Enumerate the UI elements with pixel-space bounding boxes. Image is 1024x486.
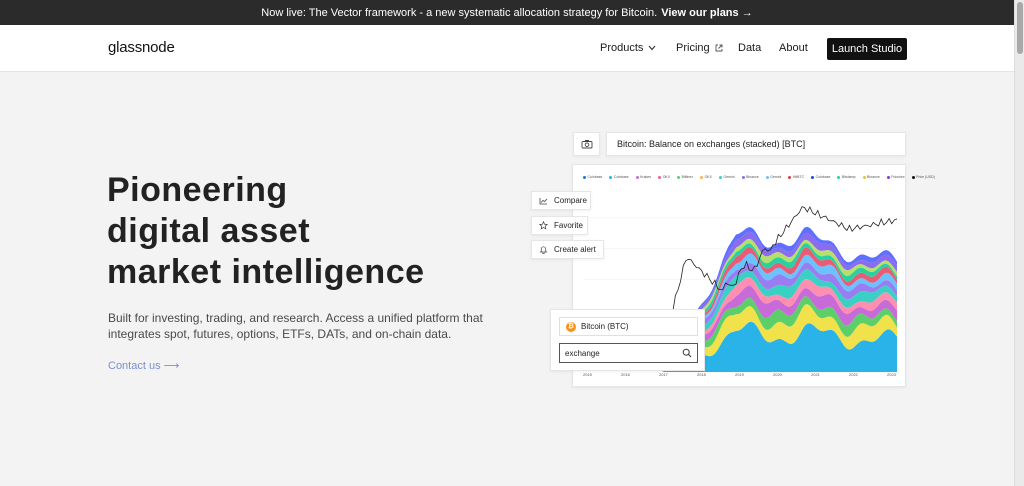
legend-item[interactable]: Coinbase: [583, 175, 602, 179]
legend-label: Price (USD): [916, 175, 935, 179]
nav-pricing[interactable]: Pricing: [676, 42, 723, 54]
chart-title: Bitcoin: Balance on exchanges (stacked) …: [606, 132, 906, 156]
nav-products-label: Products: [600, 42, 644, 54]
x-tick-label: 2017: [659, 372, 668, 377]
nav-data[interactable]: Data: [738, 42, 761, 54]
legend-label: Kraken: [640, 175, 652, 179]
legend-dot: [765, 175, 769, 179]
legend-dot: [609, 175, 613, 179]
legend-dot: [658, 175, 662, 179]
arrow-right-icon: ⟶: [163, 360, 180, 372]
legend-label: Binance: [746, 175, 759, 179]
search-icon: [682, 348, 692, 358]
contact-us-label: Contact us: [108, 359, 161, 372]
x-tick-label: 2018: [697, 372, 706, 377]
legend-dot: [677, 175, 681, 179]
legend-dot: [788, 175, 792, 179]
legend-dot: [911, 175, 915, 179]
legend-item[interactable]: Poloniex: [886, 175, 905, 179]
legend-label: Coinbase: [815, 175, 831, 179]
search-value: exchange: [565, 348, 600, 358]
legend-label: OKX: [704, 175, 712, 179]
contact-us-link[interactable]: Contact us ⟶: [108, 359, 180, 373]
legend-item[interactable]: Coinbase: [609, 175, 629, 179]
legend-label: Coinbase: [613, 175, 629, 179]
favorite-label: Favorite: [554, 221, 583, 230]
chevron-down-icon: [649, 45, 656, 51]
legend-item[interactable]: Bitfinex: [677, 175, 693, 179]
x-tick-label: 2021: [811, 372, 820, 377]
x-tick-label: 2015: [583, 372, 592, 377]
legend-dot: [811, 175, 815, 179]
legend-dot: [862, 175, 866, 179]
asset-label: Bitcoin (BTC): [581, 322, 629, 331]
bell-icon: [539, 246, 548, 254]
nav-pricing-label: Pricing: [676, 42, 710, 54]
legend-label: HitBTC: [792, 175, 805, 179]
headline-line-2: digital asset: [107, 212, 311, 250]
legend-item[interactable]: HitBTC: [788, 175, 804, 179]
bitcoin-icon: ₿: [566, 321, 576, 332]
x-tick-label: 2016: [621, 372, 630, 377]
legend-item[interactable]: Price (USD): [911, 175, 935, 179]
legend-label: Binance: [867, 175, 880, 179]
legend-dot: [700, 175, 704, 179]
legend-item[interactable]: Coinbase: [811, 175, 830, 179]
nav-about[interactable]: About: [779, 42, 808, 54]
announcement-banner[interactable]: Now live: The Vector framework - a new s…: [0, 0, 1014, 25]
legend-item[interactable]: Gemini: [765, 175, 782, 179]
chart-legend: Coinbase Coinbase Kraken OKX Bitfinex OKX Gemi…: [583, 175, 935, 179]
legend-label: Gemini: [723, 175, 735, 179]
external-link-icon: [715, 44, 723, 52]
chart-line-icon: [539, 197, 548, 204]
legend-dot: [718, 175, 722, 179]
x-tick-label: 2023: [887, 372, 896, 377]
x-tick-label: 2019: [735, 372, 744, 377]
asset-selector-panel: ₿ Bitcoin (BTC) exchange: [550, 309, 705, 371]
page-scrollbar[interactable]: [1014, 0, 1024, 486]
legend-dot: [741, 175, 745, 179]
legend-label: OKX: [662, 175, 671, 179]
compare-button[interactable]: Compare: [531, 191, 591, 210]
legend-item[interactable]: Gemini: [718, 175, 735, 179]
create-alert-button[interactable]: Create alert: [531, 240, 604, 259]
compare-label: Compare: [554, 196, 587, 205]
headline-line-3: market intelligence: [107, 253, 425, 291]
camera-icon: [581, 140, 592, 149]
scrollbar-thumb[interactable]: [1017, 2, 1023, 54]
headline-line-1: Pioneering: [107, 171, 288, 209]
legend-label: Coinbase: [587, 175, 603, 179]
legend-dot: [886, 175, 890, 179]
metric-search-input[interactable]: exchange: [559, 343, 698, 363]
star-icon: [539, 221, 548, 230]
screenshot-button[interactable]: [573, 132, 600, 156]
banner-link[interactable]: View our plans →: [661, 7, 753, 19]
hero-subtitle: Built for investing, trading, and resear…: [108, 311, 483, 341]
legend-dot: [837, 175, 841, 179]
nav-products[interactable]: Products: [600, 42, 656, 54]
legend-dot: [583, 175, 586, 179]
legend-label: Gemini: [770, 175, 782, 179]
legend-item[interactable]: Kraken: [635, 175, 652, 179]
favorite-button[interactable]: Favorite: [531, 216, 588, 235]
hero-headline: Pioneering digital asset market intellig…: [107, 170, 425, 293]
legend-item[interactable]: Bitstamp: [837, 175, 856, 179]
glassnode-logo[interactable]: glassnode: [108, 39, 175, 56]
banner-text: Now live: The Vector framework - a new s…: [261, 6, 658, 19]
legend-dot: [635, 175, 639, 179]
create-alert-label: Create alert: [554, 245, 596, 254]
x-axis-ticks: 2015 2016 2017 2018 2019 2020 2021 2022 2023: [583, 372, 897, 380]
asset-dropdown[interactable]: ₿ Bitcoin (BTC): [559, 317, 698, 336]
legend-item[interactable]: OKX: [658, 175, 670, 179]
legend-item[interactable]: Binance: [741, 175, 759, 179]
legend-item[interactable]: OKX: [700, 175, 712, 179]
x-tick-label: 2022: [849, 372, 858, 377]
legend-label: Bitstamp: [841, 175, 856, 179]
x-tick-label: 2020: [773, 372, 782, 377]
legend-label: Poloniex: [891, 175, 905, 179]
legend-item[interactable]: Binance: [862, 175, 880, 179]
launch-studio-button[interactable]: Launch Studio: [827, 38, 907, 60]
legend-label: Bitfinex: [681, 175, 694, 179]
top-navigation: glassnode Products Pricing Data About La…: [0, 25, 1014, 72]
